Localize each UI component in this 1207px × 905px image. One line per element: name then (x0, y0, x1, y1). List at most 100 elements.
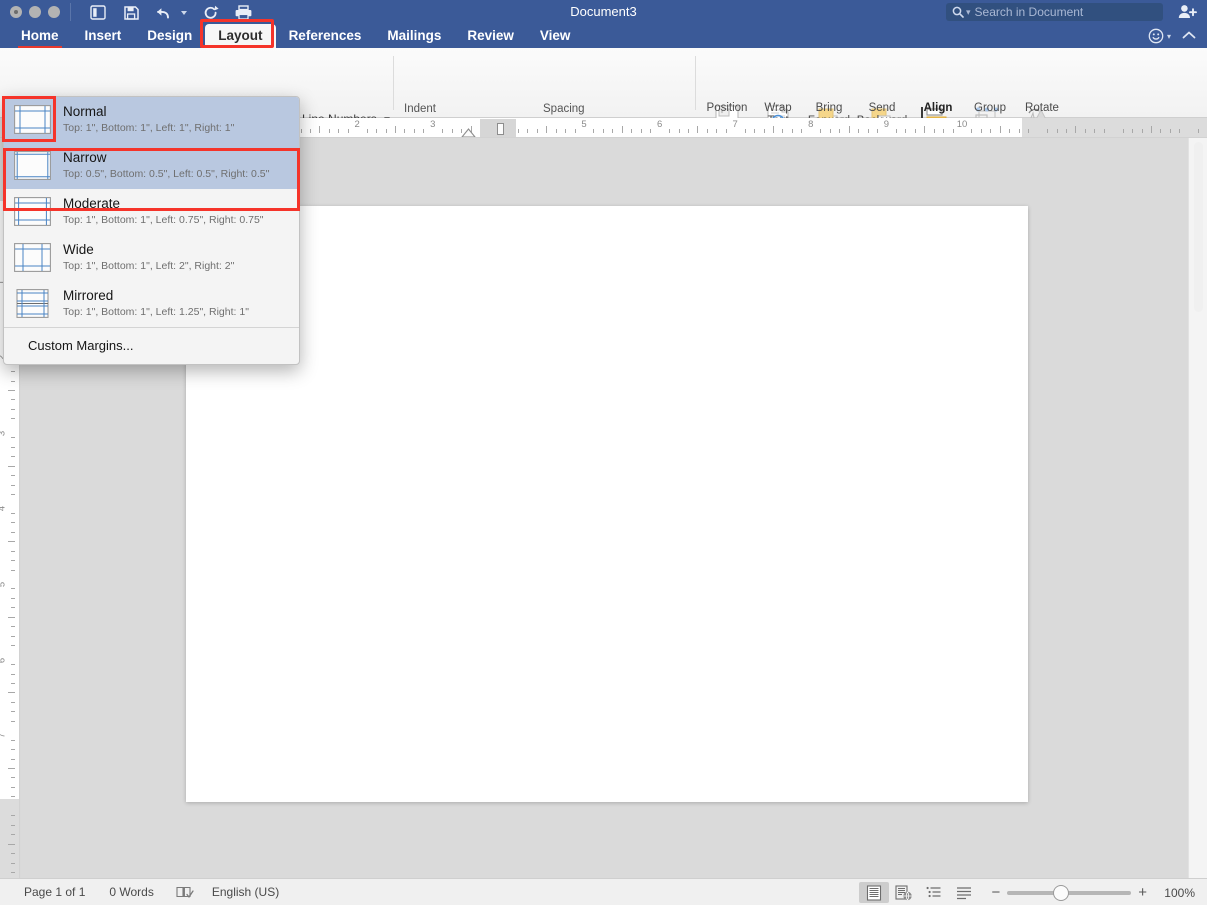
margins-menu-item-normal[interactable]: Normal Top: 1", Bottom: 1", Left: 1", Ri… (4, 97, 299, 143)
margins-dropdown-menu[interactable]: Normal Top: 1", Bottom: 1", Left: 1", Ri… (3, 96, 300, 365)
group-label[interactable]: Group (964, 102, 1016, 115)
vruler-tick (11, 550, 15, 552)
vruler-tick (11, 380, 15, 382)
vruler-tick (11, 711, 15, 713)
align-label[interactable]: Align (912, 102, 964, 115)
vruler-number: 6 (0, 657, 8, 662)
ruler-tick (404, 129, 406, 133)
ruler-number: 9 (883, 119, 890, 130)
margin-preview-normal (14, 105, 51, 134)
ruler-tick (376, 129, 378, 133)
ruler-tick (413, 129, 415, 133)
ruler-tick (328, 129, 330, 133)
vruler-tick (11, 456, 15, 458)
ruler-tick (1009, 129, 1011, 133)
vruler-tick (11, 446, 15, 448)
vruler-tick (11, 645, 15, 647)
ruler-tick (300, 129, 302, 133)
indent-group-label: Indent (404, 103, 436, 115)
ruler-tick (621, 126, 623, 133)
ruler-tick (867, 129, 869, 133)
tab-references[interactable]: References (276, 24, 375, 48)
ruler-tick (1141, 129, 1143, 133)
ruler-tick (943, 129, 945, 133)
ruler-tick (763, 129, 765, 133)
position-label[interactable]: Position (701, 102, 753, 115)
margins-menu-item-mirrored[interactable]: Mirrored Top: 1", Bottom: 1", Left: 1.25… (4, 281, 299, 327)
wrap-text-label-line1: Wrap (764, 102, 792, 114)
spacing-group-label: Spacing (543, 103, 585, 115)
margins-menu-name-mirrored: Mirrored (63, 288, 114, 303)
margin-preview-narrow (14, 151, 51, 180)
language-indicator[interactable]: English (US) (212, 885, 279, 899)
custom-margins-menu-item[interactable]: Custom Margins... (4, 328, 299, 364)
vruler-tick (11, 862, 15, 864)
ruler-tick (546, 126, 548, 133)
page-indicator: Page 1 of 1 (24, 885, 86, 899)
ruler-tick (858, 129, 860, 133)
vruler-tick (11, 588, 15, 590)
ruler-tick (602, 129, 604, 133)
ruler-tick (1065, 129, 1067, 133)
ruler-tick (914, 129, 916, 133)
vruler-number: 4 (0, 506, 8, 511)
ruler-tick (980, 129, 982, 133)
zoom-slider[interactable]: − + (991, 884, 1147, 901)
vertical-scrollbar[interactable] (1188, 138, 1207, 878)
ruler-tick (876, 129, 878, 133)
vruler-tick (11, 408, 15, 410)
draft-view-button[interactable] (949, 882, 979, 903)
print-layout-view-button[interactable] (859, 882, 890, 903)
vruler-tick (11, 560, 15, 562)
zoom-level[interactable]: 100% (1155, 886, 1195, 900)
vruler-tick (11, 371, 15, 373)
ribbon-tab-bar: Home Insert Design Layout References Mai… (0, 24, 1207, 48)
margins-menu-item-moderate[interactable]: Moderate Top: 1", Bottom: 1", Left: 0.75… (4, 189, 299, 235)
outline-view-button[interactable] (919, 882, 949, 903)
vruler-tick (8, 465, 15, 467)
ruler-tick (782, 129, 784, 133)
tab-design[interactable]: Design (134, 24, 205, 48)
ruler-number: 5 (581, 119, 587, 130)
margins-menu-item-narrow[interactable]: Narrow Top: 0.5", Bottom: 0.5", Left: 0.… (4, 143, 299, 189)
vruler-tick (11, 597, 15, 599)
ruler-tick (319, 126, 321, 133)
chevron-up-icon[interactable] (1181, 28, 1197, 47)
proofing-icon[interactable] (176, 885, 194, 899)
search-input[interactable]: ▾ Search in Document (946, 3, 1163, 21)
margin-preview-wide (14, 243, 51, 272)
ruler-tick (1018, 129, 1020, 133)
vruler-tick (11, 475, 15, 477)
document-page[interactable] (186, 206, 1028, 802)
scrollbar-thumb[interactable] (1194, 142, 1203, 312)
ruler-tick (999, 126, 1001, 133)
ruler-tick (385, 129, 387, 133)
ruler-tick (848, 126, 850, 133)
margins-menu-item-wide[interactable]: Wide Top: 1", Bottom: 1", Left: 2", Righ… (4, 235, 299, 281)
vruler-tick (11, 493, 15, 495)
ruler-tick (423, 129, 425, 133)
margins-menu-detail-moderate: Top: 1", Bottom: 1", Left: 0.75", Right:… (63, 214, 264, 226)
zoom-knob[interactable] (1053, 884, 1070, 901)
tab-home[interactable]: Home (8, 24, 72, 48)
zoom-out-button[interactable]: − (991, 884, 1000, 901)
smiley-icon[interactable]: ▾ (1148, 28, 1171, 44)
tab-insert[interactable]: Insert (72, 24, 135, 48)
rotate-label[interactable]: Rotate (1016, 102, 1068, 115)
ruler-tick (451, 129, 453, 133)
tab-layout[interactable]: Layout (205, 24, 276, 48)
tab-view[interactable]: View (527, 24, 584, 48)
add-person-icon[interactable] (1178, 4, 1197, 25)
tab-review[interactable]: Review (454, 24, 527, 48)
search-dropdown-caret[interactable]: ▾ (966, 7, 971, 18)
zoom-track[interactable] (1007, 884, 1132, 901)
ruler-tick (574, 129, 576, 133)
tab-mailings[interactable]: Mailings (374, 24, 454, 48)
first-line-indent-marker[interactable] (461, 125, 476, 137)
vruler-number: 7 (0, 733, 8, 738)
hanging-indent-marker[interactable] (496, 122, 505, 137)
web-layout-view-button[interactable] (889, 882, 919, 903)
zoom-in-button[interactable]: + (1138, 884, 1147, 901)
ruler-tick (338, 129, 340, 133)
ruler-number: 6 (656, 119, 663, 130)
